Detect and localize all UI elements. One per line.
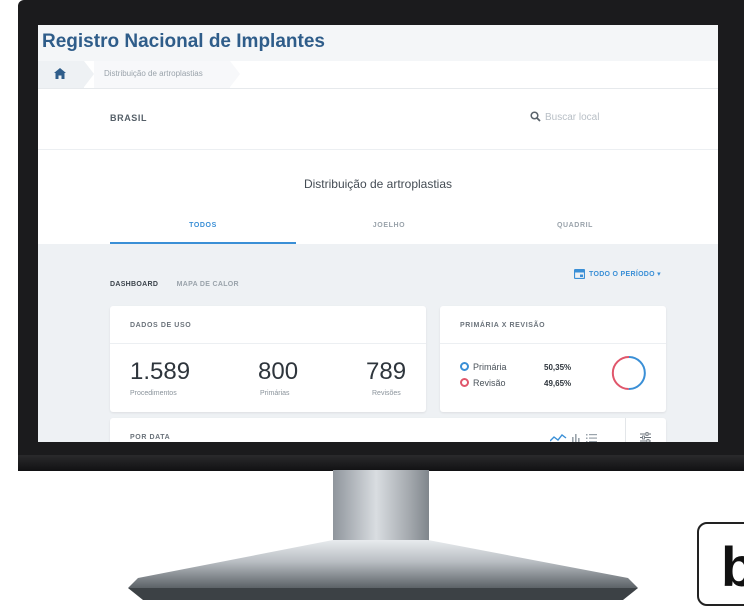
breadcrumb-current[interactable]: Distribuição de artroplastias	[104, 69, 203, 78]
title-panel: Distribuição de artroplastias TODOS JOEL…	[38, 150, 718, 244]
tab-todos[interactable]: TODOS	[110, 222, 296, 244]
line-chart-icon[interactable]	[550, 434, 567, 442]
card-divider	[110, 343, 426, 344]
period-label: TODO O PERÍODO ▾	[589, 270, 661, 278]
view-tab-mapa-de-calor[interactable]: MAPA DE CALOR	[177, 281, 239, 288]
app-title[interactable]: Registro Nacional de Implantes	[42, 31, 325, 53]
stat-procedimentos-value: 1.589	[130, 358, 191, 385]
location-label: BRASIL	[110, 113, 148, 123]
donut-segment-primaria	[628, 356, 646, 391]
bar-chart-icon[interactable]	[572, 434, 580, 442]
usage-card: DADOS DE USO 1.589 Procedimentos 800 Pri…	[110, 306, 426, 412]
tab-quadril[interactable]: QUADRIL	[482, 222, 668, 244]
monitor-stand-base	[128, 540, 638, 600]
settings-icon[interactable]	[640, 432, 651, 442]
calendar-icon	[573, 268, 586, 280]
stat-procedimentos-label: Procedimentos	[130, 390, 177, 397]
legend-revisao: Revisão	[460, 378, 506, 388]
breadcrumb-home[interactable]	[38, 61, 84, 88]
stat-revisoes-value: 789	[366, 358, 407, 385]
stat-primarias-label: Primárias	[260, 390, 290, 397]
donut-segment-revisao	[611, 355, 630, 390]
location-bar: BRASIL	[38, 89, 718, 150]
corner-letter: b	[721, 535, 744, 598]
app-header: Registro Nacional de Implantes	[38, 25, 718, 61]
view-tabs: DASHBOARD MAPA DE CALOR	[110, 273, 253, 291]
breadcrumb: Distribuição de artroplastias	[38, 61, 718, 89]
card-divider	[440, 343, 666, 344]
usage-card-title: DADOS DE USO	[130, 322, 192, 329]
stat-revisoes-label: Revisões	[372, 390, 401, 397]
por-data-card-title: POR DATA	[130, 434, 171, 441]
monitor-bottom-edge	[18, 455, 744, 471]
view-tab-dashboard[interactable]: DASHBOARD	[110, 281, 158, 288]
legend-primaria-label: Primária	[473, 362, 507, 372]
legend-revisao-percent: 49,65%	[544, 379, 572, 388]
donut-chart	[611, 355, 646, 391]
primaria-revisao-card: PRIMÁRIA X REVISÃO Primária 50,35% Revis…	[440, 306, 666, 412]
tab-joelho[interactable]: JOELHO	[296, 222, 482, 244]
primaria-revisao-card-title: PRIMÁRIA X REVISÃO	[460, 322, 546, 329]
legend-revisao-label: Revisão	[473, 378, 506, 388]
section-title: Distribuição de artroplastias	[303, 177, 453, 191]
legend-primaria-percent: 50,35%	[544, 363, 572, 372]
corner-label-card: b	[697, 522, 744, 606]
breadcrumb-divider	[230, 61, 240, 87]
home-icon[interactable]	[53, 67, 67, 80]
breadcrumb-divider	[84, 61, 94, 87]
chart-type-icons	[550, 434, 597, 442]
stat-primarias-value: 800	[258, 358, 299, 385]
legend-ring-primaria-icon	[460, 362, 469, 372]
legend-primaria: Primária	[460, 362, 507, 372]
screen: Registro Nacional de Implantes Distribui…	[38, 25, 718, 442]
search-icon[interactable]	[530, 111, 541, 122]
legend-ring-revisao-icon	[460, 378, 469, 388]
monitor-stand-neck	[333, 470, 429, 548]
settings-divider	[625, 418, 626, 442]
period-selector[interactable]: TODO O PERÍODO ▾	[573, 268, 661, 280]
list-icon[interactable]	[586, 434, 597, 442]
search-input[interactable]	[545, 109, 665, 125]
